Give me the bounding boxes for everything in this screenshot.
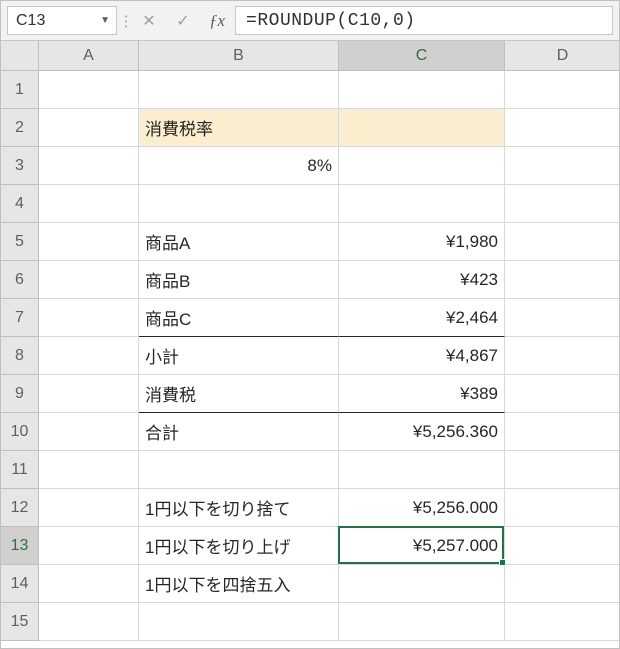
cell-A11[interactable] — [39, 451, 139, 489]
cell-C3[interactable] — [339, 147, 505, 185]
row-header-14[interactable]: 14 — [1, 565, 39, 603]
cell-C11[interactable] — [339, 451, 505, 489]
cell-C6[interactable]: ¥423 — [339, 261, 505, 299]
cell-A15[interactable] — [39, 603, 139, 641]
name-box[interactable]: C13 ▼ — [7, 6, 117, 35]
cell-C2[interactable] — [339, 109, 505, 147]
cell-A1[interactable] — [39, 71, 139, 109]
cell-C8[interactable]: ¥4,867 — [339, 337, 505, 375]
cell-B3[interactable]: 8% — [139, 147, 339, 185]
cell-A13[interactable] — [39, 527, 139, 565]
grid-area[interactable]: ABCD 123456789101112131415 消費税率8%商品A¥1,9… — [1, 41, 619, 648]
chevron-down-icon[interactable]: ▼ — [100, 15, 110, 26]
cell-C13[interactable]: ¥5,257.000 — [339, 527, 505, 565]
cell-A9[interactable] — [39, 375, 139, 413]
cell-C4[interactable] — [339, 185, 505, 223]
cell-B8[interactable]: 小計 — [139, 337, 339, 375]
cell-B5[interactable]: 商品A — [139, 223, 339, 261]
column-header-B[interactable]: B — [139, 41, 339, 71]
confirm-icon[interactable]: ✓ — [169, 6, 197, 35]
cell-C10[interactable]: ¥5,256.360 — [339, 413, 505, 451]
cell-C15[interactable] — [339, 603, 505, 641]
cell-D4[interactable] — [505, 185, 619, 223]
cell-B9[interactable]: 消費税 — [139, 375, 339, 413]
row-header-10[interactable]: 10 — [1, 413, 39, 451]
cell-A5[interactable] — [39, 223, 139, 261]
cell-D6[interactable] — [505, 261, 619, 299]
row-header-5[interactable]: 5 — [1, 223, 39, 261]
cell-A12[interactable] — [39, 489, 139, 527]
select-all-corner[interactable] — [1, 41, 39, 71]
name-box-value: C13 — [16, 12, 45, 30]
cell-A8[interactable] — [39, 337, 139, 375]
cell-C14[interactable] — [339, 565, 505, 603]
column-header-D[interactable]: D — [505, 41, 619, 71]
cell-D12[interactable] — [505, 489, 619, 527]
cell-B13[interactable]: 1円以下を切り上げ — [139, 527, 339, 565]
cells-container: 消費税率8% 商品A¥1,980商品B¥423商品C¥2,464小計¥4,867消… — [39, 71, 619, 641]
cell-B6[interactable]: 商品B — [139, 261, 339, 299]
cell-B11[interactable] — [139, 451, 339, 489]
cancel-icon[interactable]: ✕ — [135, 6, 163, 35]
separator: ⋮ — [123, 6, 129, 35]
cell-C7[interactable]: ¥2,464 — [339, 299, 505, 337]
row-header-8[interactable]: 8 — [1, 337, 39, 375]
cell-D15[interactable] — [505, 603, 619, 641]
cell-B2[interactable]: 消費税率 — [139, 109, 339, 147]
cell-B10[interactable]: 合計 — [139, 413, 339, 451]
cell-A4[interactable] — [39, 185, 139, 223]
cell-A14[interactable] — [39, 565, 139, 603]
row-header-9[interactable]: 9 — [1, 375, 39, 413]
cell-A10[interactable] — [39, 413, 139, 451]
cell-A2[interactable] — [39, 109, 139, 147]
row-header-15[interactable]: 15 — [1, 603, 39, 641]
cell-B4[interactable] — [139, 185, 339, 223]
row-headers: 123456789101112131415 — [1, 71, 39, 641]
row-header-13[interactable]: 13 — [1, 527, 39, 565]
spreadsheet-app: C13 ▼ ⋮ ✕ ✓ ƒx =ROUNDUP(C10,0) ABCD 1234… — [0, 0, 620, 649]
cell-D10[interactable] — [505, 413, 619, 451]
cell-B7[interactable]: 商品C — [139, 299, 339, 337]
cell-B15[interactable] — [139, 603, 339, 641]
cell-B12[interactable]: 1円以下を切り捨て — [139, 489, 339, 527]
cell-C1[interactable] — [339, 71, 505, 109]
cell-D3[interactable] — [505, 147, 619, 185]
cell-D14[interactable] — [505, 565, 619, 603]
formula-bar: C13 ▼ ⋮ ✕ ✓ ƒx =ROUNDUP(C10,0) — [1, 1, 619, 41]
cell-A6[interactable] — [39, 261, 139, 299]
cell-D11[interactable] — [505, 451, 619, 489]
cell-D1[interactable] — [505, 71, 619, 109]
column-header-A[interactable]: A — [39, 41, 139, 71]
cell-C5[interactable]: ¥1,980 — [339, 223, 505, 261]
cell-D7[interactable] — [505, 299, 619, 337]
cell-B1[interactable] — [139, 71, 339, 109]
cell-C12[interactable]: ¥5,256.000 — [339, 489, 505, 527]
fx-icon[interactable]: ƒx — [203, 6, 229, 35]
cell-C9[interactable]: ¥389 — [339, 375, 505, 413]
cell-B14[interactable]: 1円以下を四捨五入 — [139, 565, 339, 603]
row-header-3[interactable]: 3 — [1, 147, 39, 185]
cell-D8[interactable] — [505, 337, 619, 375]
cell-D9[interactable] — [505, 375, 619, 413]
row-header-4[interactable]: 4 — [1, 185, 39, 223]
row-header-1[interactable]: 1 — [1, 71, 39, 109]
column-header-C[interactable]: C — [339, 41, 505, 71]
formula-text: =ROUNDUP(C10,0) — [246, 11, 416, 31]
cell-D5[interactable] — [505, 223, 619, 261]
row-header-6[interactable]: 6 — [1, 261, 39, 299]
formula-input[interactable]: =ROUNDUP(C10,0) — [235, 6, 613, 35]
row-header-2[interactable]: 2 — [1, 109, 39, 147]
row-header-7[interactable]: 7 — [1, 299, 39, 337]
row-header-12[interactable]: 12 — [1, 489, 39, 527]
cell-A7[interactable] — [39, 299, 139, 337]
column-headers: ABCD — [39, 41, 619, 71]
cell-D13[interactable] — [505, 527, 619, 565]
row-header-11[interactable]: 11 — [1, 451, 39, 489]
cell-A3[interactable] — [39, 147, 139, 185]
cell-D2[interactable] — [505, 109, 619, 147]
